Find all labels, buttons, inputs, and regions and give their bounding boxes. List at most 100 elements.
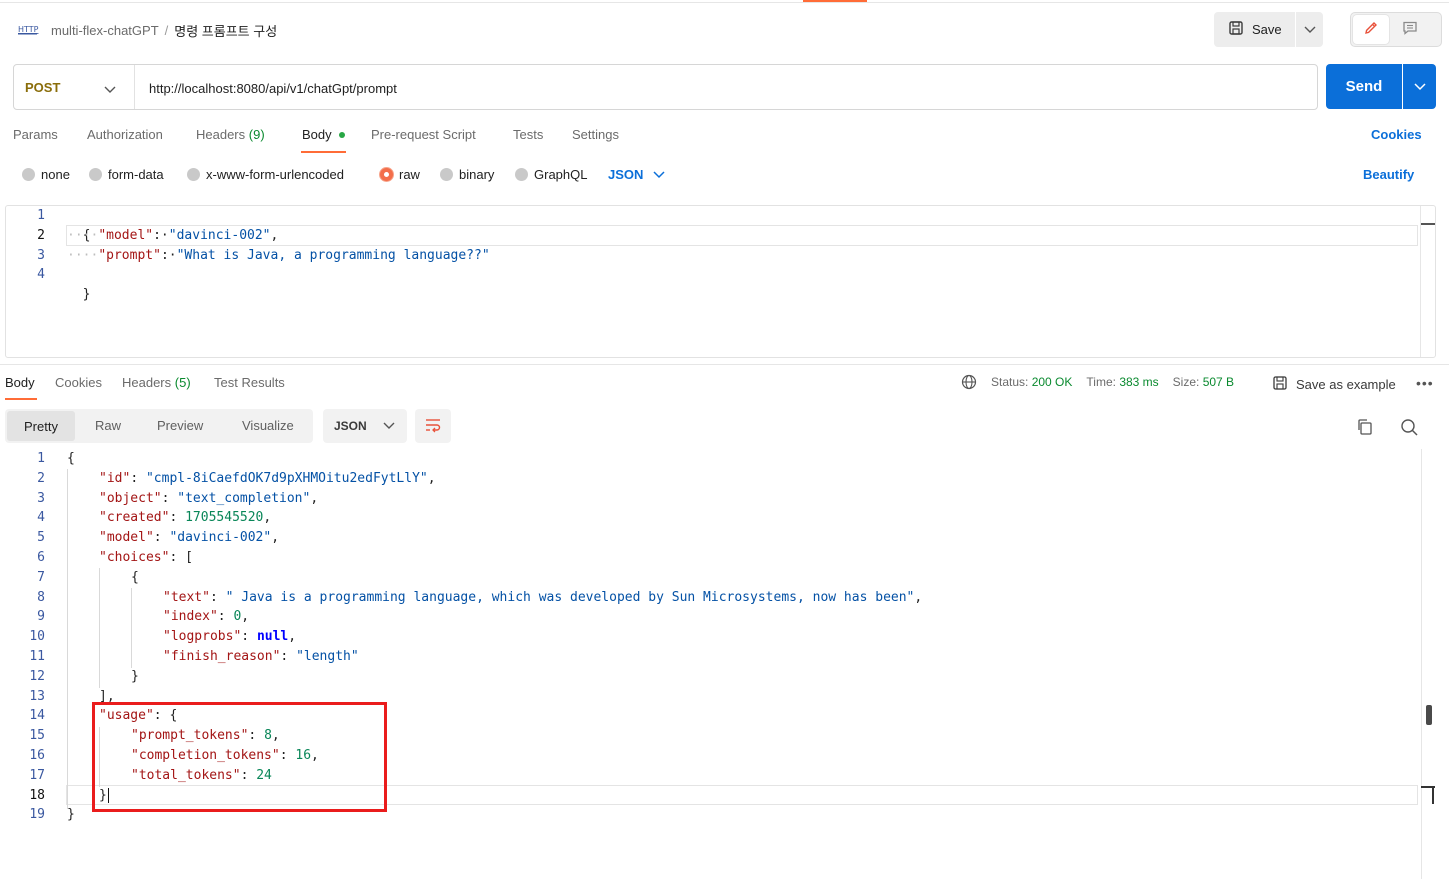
- search-icon[interactable]: [1400, 418, 1418, 439]
- send-dropdown-button[interactable]: [1403, 64, 1436, 109]
- json-string: "What is Java, a programming language??": [176, 248, 490, 263]
- code-line: "model": "davinci-002",: [99, 530, 280, 545]
- body-format-select[interactable]: JSON: [608, 167, 665, 182]
- beautify-button[interactable]: Beautify: [1363, 167, 1414, 182]
- save-as-example-button[interactable]: Save as example: [1272, 375, 1396, 394]
- code-line: }: [67, 265, 91, 302]
- usage-highlight-box: [92, 702, 387, 812]
- line-number: 2: [37, 471, 45, 486]
- response-tab-body[interactable]: Body: [5, 375, 35, 390]
- tab-settings[interactable]: Settings: [572, 127, 619, 142]
- view-raw-button[interactable]: Raw: [95, 418, 121, 433]
- cookies-link[interactable]: Cookies: [1371, 127, 1422, 142]
- body-format-label: JSON: [608, 167, 644, 182]
- code-line: "finish_reason": "length": [163, 649, 359, 664]
- tab-tests[interactable]: Tests: [513, 127, 543, 142]
- radio-raw[interactable]: [380, 168, 393, 181]
- tab-headers[interactable]: Headers (9): [196, 127, 265, 142]
- body-type-raw[interactable]: raw: [380, 167, 420, 182]
- response-tab-test-results[interactable]: Test Results: [214, 375, 285, 390]
- time-info[interactable]: Time: 383 ms: [1086, 375, 1158, 389]
- globe-icon[interactable]: [961, 374, 977, 393]
- headers-count: (9): [248, 127, 265, 142]
- size-info[interactable]: Size: 507 B: [1173, 375, 1234, 389]
- edit-mode-button[interactable]: [1353, 15, 1389, 44]
- breadcrumb-separator: /: [164, 23, 169, 38]
- response-scrollbar[interactable]: [1421, 449, 1422, 879]
- send-button[interactable]: Send: [1326, 64, 1402, 109]
- json-string: "text_completion": [177, 491, 311, 506]
- json-key: "model": [99, 530, 154, 545]
- body-type-form-data[interactable]: form-data: [89, 167, 164, 182]
- tab-pre-request-script[interactable]: Pre-request Script: [371, 127, 476, 142]
- tab-params[interactable]: Params: [13, 127, 58, 142]
- view-preview-button[interactable]: Preview: [157, 418, 203, 433]
- copy-icon[interactable]: [1356, 418, 1374, 439]
- code-line: "id": "cmpl-8iCaefdOK7d9pXHMOitu2edFytLl…: [99, 471, 436, 486]
- body-type-graphql-label: GraphQL: [534, 167, 588, 182]
- indent-guide: [67, 469, 68, 809]
- header-divider: [0, 2, 1449, 3]
- code-line: ····"prompt":·"What is Java, a programmi…: [67, 248, 490, 263]
- line-number: 5: [37, 530, 45, 545]
- body-type-none-label: none: [41, 167, 70, 182]
- time-value: 383 ms: [1119, 375, 1159, 389]
- view-pretty-button[interactable]: Pretty: [7, 411, 75, 441]
- body-type-binary[interactable]: binary: [440, 167, 494, 182]
- code-line: "object": "text_completion",: [99, 491, 319, 506]
- more-icon[interactable]: •••: [1416, 375, 1434, 391]
- json-key: "object": [99, 491, 162, 506]
- url-input[interactable]: [149, 79, 1299, 97]
- method-select[interactable]: POST: [25, 80, 60, 95]
- view-visualize-button[interactable]: Visualize: [242, 418, 294, 433]
- editor-scrollbar[interactable]: [1420, 206, 1421, 357]
- wrap-icon: [424, 417, 442, 436]
- radio-none[interactable]: [22, 168, 35, 181]
- method-separator: [134, 65, 135, 109]
- response-tab-cookies[interactable]: Cookies: [55, 375, 102, 390]
- line-number: 4: [37, 267, 45, 282]
- body-modified-indicator: [339, 132, 345, 138]
- breadcrumb-request-name[interactable]: 명령 프롬프트 구성: [174, 21, 277, 40]
- line-number: 19: [29, 807, 45, 822]
- response-format-select[interactable]: JSON: [323, 409, 407, 443]
- response-divider[interactable]: [0, 364, 1449, 365]
- save-dropdown-button[interactable]: [1296, 12, 1323, 47]
- breadcrumb-collection[interactable]: multi-flex-chatGPT: [51, 23, 159, 38]
- radio-form-data[interactable]: [89, 168, 102, 181]
- line-number: 13: [29, 689, 45, 704]
- editor-scroll-thumb[interactable]: [1421, 223, 1435, 225]
- indent-dots: ····: [67, 228, 99, 243]
- body-type-urlencoded[interactable]: x-www-form-urlencoded: [187, 167, 344, 182]
- code-line: ····"model":·"davinci-002",: [67, 228, 279, 243]
- json-key: "created": [99, 510, 170, 525]
- json-key: "prompt": [98, 248, 161, 263]
- body-type-none[interactable]: none: [22, 167, 70, 182]
- line-number: 11: [29, 649, 45, 664]
- status-info[interactable]: Status: 200 OK: [991, 375, 1072, 389]
- wrap-lines-button[interactable]: [415, 409, 451, 443]
- radio-binary[interactable]: [440, 168, 453, 181]
- chevron-down-icon: [653, 167, 665, 182]
- radio-urlencoded[interactable]: [187, 168, 200, 181]
- body-type-binary-label: binary: [459, 167, 495, 182]
- json-key: "model": [98, 228, 154, 243]
- radio-graphql[interactable]: [515, 168, 528, 181]
- response-tab-headers[interactable]: Headers (5): [122, 375, 191, 390]
- status-label: Status:: [991, 375, 1029, 389]
- tab-authorization[interactable]: Authorization: [87, 127, 163, 142]
- comments-button[interactable]: [1392, 15, 1428, 44]
- line-number: 6: [37, 550, 45, 565]
- line-number: 1: [37, 451, 45, 466]
- save-button[interactable]: Save: [1214, 12, 1295, 47]
- comment-icon: [1402, 20, 1418, 39]
- response-status: Status: 200 OK Time: 383 ms Size: 507 B: [991, 375, 1234, 389]
- time-label: Time:: [1086, 375, 1116, 389]
- line-number: 17: [29, 768, 45, 783]
- body-type-graphql[interactable]: GraphQL: [515, 167, 587, 182]
- tab-body[interactable]: Body: [302, 127, 332, 142]
- response-scroll-thumb[interactable]: [1426, 705, 1432, 725]
- chevron-down-icon[interactable]: [104, 82, 116, 97]
- line-number: 14: [29, 708, 45, 723]
- save-icon: [1228, 20, 1244, 39]
